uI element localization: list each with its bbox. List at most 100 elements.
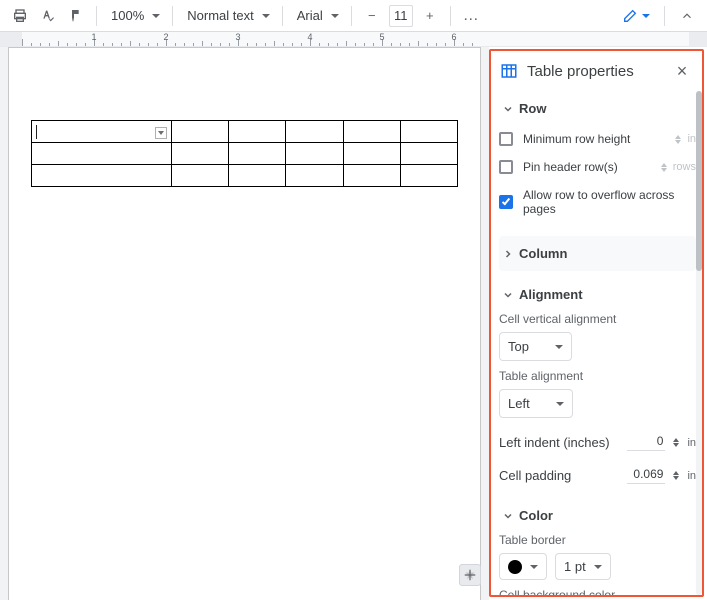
ruler-mark: 6 bbox=[451, 32, 456, 42]
table-cell[interactable] bbox=[343, 121, 400, 143]
editing-mode-button[interactable] bbox=[618, 4, 654, 28]
cell-padding-input[interactable] bbox=[627, 467, 665, 484]
cell-bg-color-field: Cell background color bbox=[499, 588, 696, 595]
section-color-toggle[interactable]: Color bbox=[499, 498, 696, 533]
chevron-down-icon bbox=[152, 14, 160, 18]
row-overflow[interactable]: Allow row to overflow across pages bbox=[499, 182, 696, 224]
font-size-input[interactable] bbox=[390, 8, 412, 23]
page-content bbox=[31, 120, 458, 187]
table-cell[interactable] bbox=[400, 143, 457, 165]
table-cell[interactable] bbox=[32, 121, 172, 143]
section-row-toggle[interactable]: Row bbox=[499, 91, 696, 126]
font-size-field[interactable] bbox=[389, 5, 413, 27]
row-pin-header[interactable]: Pin header row(s) rows bbox=[499, 154, 696, 182]
table-cell[interactable] bbox=[171, 143, 228, 165]
cell-padding-value[interactable]: in bbox=[627, 467, 696, 484]
paint-format-icon[interactable] bbox=[64, 4, 88, 28]
chevron-down-icon bbox=[594, 565, 602, 569]
table-alignment-field: Table alignment Left bbox=[499, 369, 696, 426]
table-cell[interactable] bbox=[286, 165, 343, 187]
table-border-label: Table border bbox=[499, 533, 696, 547]
chevron-down-icon bbox=[642, 14, 650, 18]
table-cell[interactable] bbox=[400, 165, 457, 187]
table-cell[interactable] bbox=[32, 165, 172, 187]
document-area[interactable] bbox=[0, 47, 489, 600]
unit-in: in bbox=[687, 470, 696, 482]
close-icon[interactable]: × bbox=[672, 61, 692, 81]
toolbar-separator bbox=[664, 6, 665, 26]
section-alignment-toggle[interactable]: Alignment bbox=[499, 277, 696, 312]
left-indent-value[interactable]: in bbox=[627, 434, 696, 451]
expand-icon[interactable] bbox=[675, 4, 699, 28]
chevron-down-icon bbox=[499, 289, 517, 301]
table-cell[interactable] bbox=[229, 121, 286, 143]
styles-combo[interactable]: Normal text bbox=[181, 4, 273, 28]
ruler-mark: 5 bbox=[379, 32, 384, 42]
table-cell[interactable] bbox=[171, 121, 228, 143]
toolbar: 100% Normal text Arial − + … bbox=[0, 0, 707, 32]
cell-vertical-alignment-field: Cell vertical alignment Top bbox=[499, 312, 696, 369]
spinner[interactable] bbox=[671, 438, 681, 447]
table-icon bbox=[499, 61, 519, 81]
toolbar-separator bbox=[96, 6, 97, 26]
workspace: Table properties × Row Minimum row heigh… bbox=[0, 47, 707, 600]
table-cell[interactable] bbox=[229, 165, 286, 187]
chevron-down-icon bbox=[499, 510, 517, 522]
cell-vertical-alignment-select[interactable]: Top bbox=[499, 332, 572, 361]
toolbar-separator bbox=[172, 6, 173, 26]
spellcheck-icon[interactable] bbox=[36, 4, 60, 28]
toolbar-separator bbox=[450, 6, 451, 26]
scrollbar-thumb[interactable] bbox=[696, 91, 702, 271]
checkbox-checked-icon[interactable] bbox=[499, 195, 513, 209]
row-min-height[interactable]: Minimum row height in bbox=[499, 126, 696, 154]
table-alignment-value: Left bbox=[508, 396, 530, 411]
border-width-select[interactable]: 1 pt bbox=[555, 553, 611, 580]
zoom-combo[interactable]: 100% bbox=[105, 4, 164, 28]
panel-title: Table properties bbox=[527, 63, 672, 80]
spinner[interactable] bbox=[659, 163, 669, 172]
font-combo[interactable]: Arial bbox=[291, 4, 343, 28]
toolbar-separator bbox=[282, 6, 283, 26]
document-table[interactable] bbox=[31, 120, 458, 187]
chevron-down-icon bbox=[530, 565, 538, 569]
section-color-title: Color bbox=[519, 508, 553, 523]
table-cell[interactable] bbox=[171, 165, 228, 187]
table-cell[interactable] bbox=[229, 143, 286, 165]
chevron-down-icon bbox=[555, 345, 563, 349]
table-cell[interactable] bbox=[400, 121, 457, 143]
chevron-down-icon bbox=[331, 14, 339, 18]
unit-in: in bbox=[687, 437, 696, 449]
table-cell[interactable] bbox=[343, 165, 400, 187]
chevron-right-icon bbox=[499, 248, 517, 260]
explore-button[interactable] bbox=[459, 564, 481, 586]
spinner[interactable] bbox=[673, 135, 683, 144]
border-width-value: 1 pt bbox=[564, 559, 586, 574]
color-swatch bbox=[508, 560, 522, 574]
font-size-increase[interactable]: + bbox=[418, 4, 442, 28]
ruler[interactable]: 123456 bbox=[0, 32, 707, 47]
panel-scroll: Row Minimum row height in Pin header row… bbox=[491, 91, 702, 595]
spinner[interactable] bbox=[671, 471, 681, 480]
cell-padding-label: Cell padding bbox=[499, 468, 571, 483]
border-color-select[interactable] bbox=[499, 553, 547, 580]
font-size-decrease[interactable]: − bbox=[360, 4, 384, 28]
left-indent-input[interactable] bbox=[627, 434, 665, 451]
section-column-toggle[interactable]: Column bbox=[499, 236, 696, 271]
section-row-title: Row bbox=[519, 101, 546, 116]
table-alignment-select[interactable]: Left bbox=[499, 389, 573, 418]
section-alignment-body: Cell vertical alignment Top Table alignm… bbox=[499, 312, 696, 498]
cell-options-icon[interactable] bbox=[155, 127, 167, 139]
table-border-field: Table border 1 pt bbox=[499, 533, 696, 588]
print-icon[interactable] bbox=[8, 4, 32, 28]
chevron-down-icon bbox=[499, 103, 517, 115]
checkbox-unchecked-icon[interactable] bbox=[499, 160, 513, 174]
table-cell[interactable] bbox=[286, 121, 343, 143]
row-min-height-label: Minimum row height bbox=[523, 132, 657, 146]
left-indent-row: Left indent (inches) in bbox=[499, 426, 696, 459]
checkbox-unchecked-icon[interactable] bbox=[499, 132, 513, 146]
table-cell[interactable] bbox=[343, 143, 400, 165]
row-overflow-label: Allow row to overflow across pages bbox=[523, 188, 696, 216]
table-cell[interactable] bbox=[32, 143, 172, 165]
more-icon[interactable]: … bbox=[459, 4, 483, 28]
table-cell[interactable] bbox=[286, 143, 343, 165]
